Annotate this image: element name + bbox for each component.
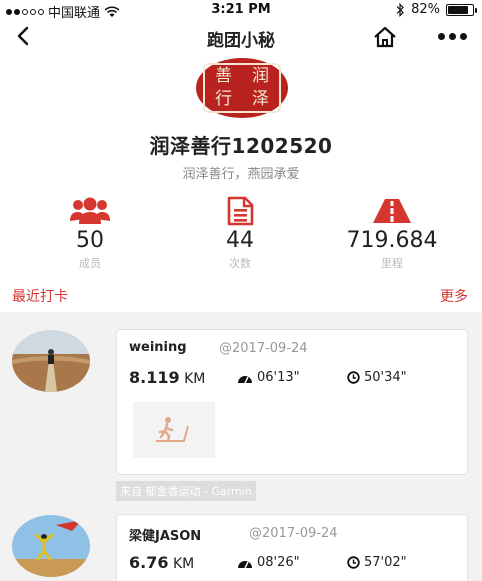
status-right: 82%: [395, 2, 477, 17]
club-motto: 润泽善行，燕园承爱: [182, 167, 300, 182]
distance-unit: KM: [184, 371, 206, 387]
duration-value: 57'02": [364, 555, 407, 570]
checkin-duration: 50'34": [347, 370, 407, 385]
more-menu-button[interactable]: [438, 30, 468, 42]
battery-percent: 82%: [411, 2, 440, 17]
club-logo: 善 润 行 泽: [196, 58, 288, 118]
speedometer-icon: [238, 560, 252, 568]
distance-value: 6.76: [129, 553, 169, 572]
stat-distance-value: 719.684: [346, 228, 438, 253]
logo-char: 行: [215, 89, 232, 109]
more-dot-icon: [438, 32, 445, 40]
checkin-distance: 6.76 KM: [129, 553, 194, 572]
status-bar: 中国联通 3:21 PM 82%: [0, 0, 482, 21]
clock-icon: [347, 371, 360, 384]
treadmill-icon: [156, 417, 189, 443]
checkin-pace: 06'13": [237, 370, 300, 385]
stat-distance-label: 里程: [381, 257, 403, 270]
nav-title: 跑团小秘: [207, 31, 275, 51]
pace-value: 08'26": [257, 555, 300, 570]
club-name: 润泽善行1202520: [149, 134, 333, 158]
more-link[interactable]: 更多: [440, 286, 468, 306]
stat-members-label: 成员: [79, 257, 101, 270]
stat-members[interactable]: 50 成员: [10, 196, 170, 271]
treadmill-thumbnail[interactable]: [133, 402, 215, 458]
checkin-username: 梁健JASON: [129, 529, 202, 544]
logo-char: 润: [252, 66, 269, 86]
checkin-card[interactable]: weining @2017-09-24 8.119 KM 06'13" 50'3…: [116, 329, 468, 475]
logo-char: 泽: [252, 89, 269, 109]
home-icon[interactable]: [372, 24, 398, 50]
distance-value: 8.119: [129, 368, 180, 387]
checkin-distance: 8.119 KM: [129, 368, 205, 387]
checkin-date: @2017-09-24: [249, 526, 338, 541]
recent-checkins-header: 最近打卡 更多: [0, 286, 482, 306]
checkin-card[interactable]: 梁健JASON @2017-09-24 6.76 KM 08'26" 57'02…: [116, 514, 468, 581]
stat-members-value: 50: [76, 228, 104, 253]
more-dot-icon: [449, 32, 456, 40]
stat-records-value: 44: [226, 228, 254, 253]
avatar[interactable]: [12, 330, 90, 392]
checkin-username: weining: [129, 340, 187, 355]
duration-value: 50'34": [364, 370, 407, 385]
stat-records-label: 次数: [229, 257, 251, 270]
stat-distance[interactable]: 719.684 里程: [312, 196, 472, 271]
avatar[interactable]: [12, 515, 90, 577]
checkin-source: 来自 郁金香运动 - Garmin: [116, 481, 256, 501]
logo-char: 善: [215, 66, 232, 86]
bluetooth-icon: [396, 2, 404, 17]
members-icon: [70, 197, 110, 224]
distance-unit: KM: [172, 556, 195, 572]
speedometer-icon: [238, 375, 252, 383]
records-icon: [227, 196, 254, 226]
checkin-duration: 57'02": [347, 555, 407, 570]
pace-value: 06'13": [257, 370, 300, 385]
nav-bar: 跑团小秘: [0, 20, 482, 54]
recent-checkins-title: 最近打卡: [12, 289, 68, 305]
logo-seal: 善 润 行 泽: [203, 63, 281, 113]
clock-icon: [347, 556, 360, 569]
stat-records[interactable]: 44 次数: [160, 196, 320, 271]
road-icon: [373, 199, 411, 223]
battery-icon: [446, 3, 477, 16]
club-stats: 50 成员 44 次数 719.684 里程: [0, 196, 482, 276]
checkin-pace: 08'26": [237, 555, 300, 570]
more-dot-icon: [460, 32, 467, 40]
checkin-date: @2017-09-24: [219, 341, 308, 356]
